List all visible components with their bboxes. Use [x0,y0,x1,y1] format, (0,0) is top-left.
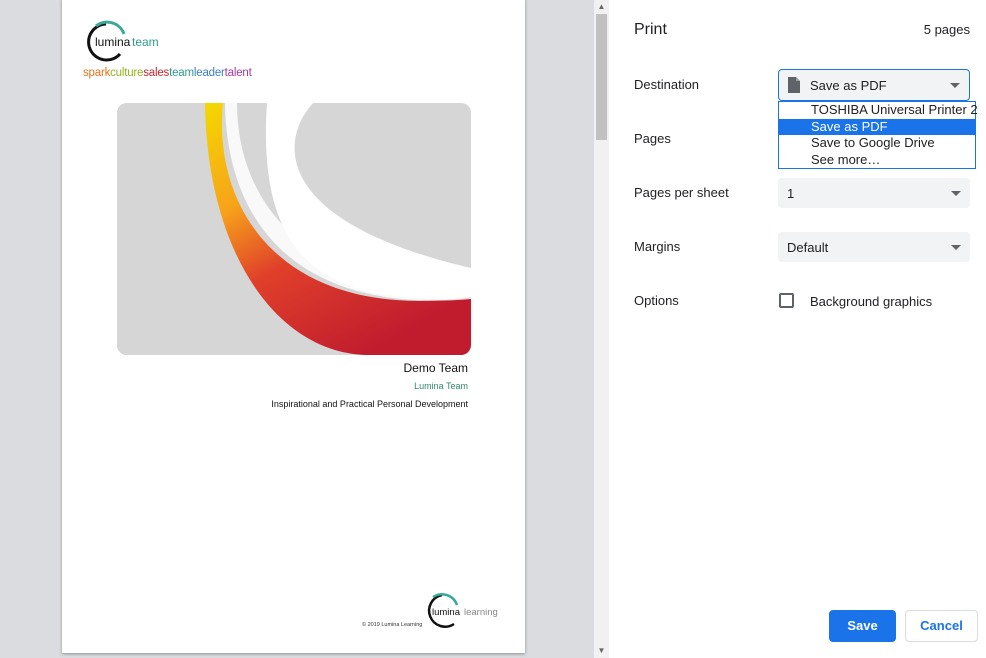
margins-label: Margins [634,239,681,254]
preview-scrollbar[interactable]: ▲ ▼ [594,0,609,658]
tagline-part: team [169,67,194,79]
pages-per-sheet-select[interactable]: 1 [778,178,970,208]
page-count: 5 pages [923,22,970,37]
margins-select[interactable]: Default [778,232,970,262]
pages-per-sheet-value: 1 [787,186,795,201]
background-graphics-label[interactable]: Background graphics [810,294,932,309]
tagline-part: sales [143,67,170,79]
destination-option-selected[interactable]: Save as PDF [779,119,975,135]
destination-option[interactable]: See more… [779,152,975,168]
document-subtitle: Lumina Team [414,381,468,391]
document-icon [788,77,800,93]
destination-option[interactable]: Save to Google Drive [779,135,975,151]
pages-per-sheet-label: Pages per sheet [634,185,729,200]
cancel-button[interactable]: Cancel [905,610,978,642]
hero-image [117,103,471,355]
background-graphics-checkbox[interactable] [779,293,794,308]
destination-label: Destination [634,77,700,92]
print-preview: lumina team sparkculturesalesteamleadert… [0,0,594,658]
destination-select[interactable]: Save as PDF [778,69,970,101]
chevron-down-icon [951,191,961,196]
scroll-up-arrow-icon[interactable]: ▲ [594,0,609,14]
tagline-part: talent [224,67,252,79]
preview-page: lumina team sparkculturesalesteamleadert… [62,0,525,653]
save-button[interactable]: Save [829,610,896,642]
lumina-learning-logo: lumina learning [427,593,498,628]
print-settings-panel: Print 5 pages Destination Save as PDF Pa… [609,0,986,658]
panel-title: Print [634,21,667,38]
destination-value: Save as PDF [810,78,887,93]
logo-text-team: team [132,35,159,49]
brush-stroke-graphic [117,103,471,355]
destination-dropdown-list: TOSHIBA Universal Printer 2 Save as PDF … [778,101,978,169]
tagline-part: culture [110,67,144,79]
copyright-text: © 2019 Lumina Learning [362,622,423,628]
document-title: Demo Team [403,361,468,375]
tagline-part: leader [193,67,225,79]
lumina-team-logo: lumina team [87,20,159,62]
options-label: Options [634,293,679,308]
pages-label: Pages [634,131,671,146]
scroll-down-arrow-icon[interactable]: ▼ [594,644,609,658]
chevron-down-icon [951,245,961,250]
logo-text-lumina: lumina [95,35,131,49]
margins-value: Default [787,240,829,255]
destination-option[interactable]: TOSHIBA Universal Printer 2 [779,102,978,118]
tagline-part: spark [83,67,111,79]
tagline: sparkculturesalesteamleadertalent [83,67,252,79]
scroll-thumb[interactable] [596,14,607,140]
document-description: Inspirational and Practical Personal Dev… [271,399,468,409]
chevron-down-icon [950,83,960,88]
svg-text:learning: learning [464,607,498,618]
svg-text:lumina: lumina [432,607,461,618]
